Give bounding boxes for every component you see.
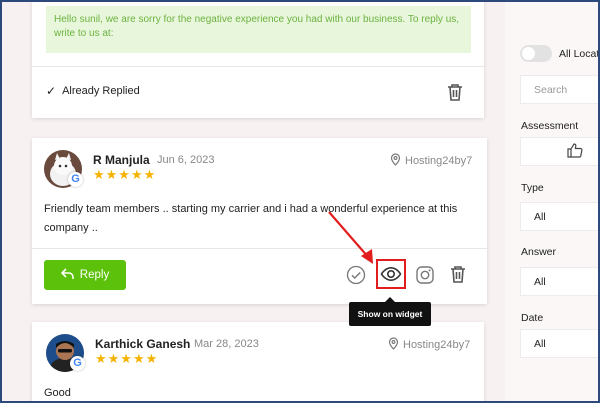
delete-icon[interactable] [446, 82, 464, 102]
reviewer-name: R Manjula [93, 153, 150, 167]
review-date: Mar 28, 2023 [194, 338, 259, 350]
date-label: Date [521, 312, 544, 324]
date-select[interactable]: All [520, 329, 600, 358]
assessment-filter[interactable] [520, 137, 600, 166]
annotation-arrow-icon [328, 211, 373, 264]
reply-message: Hello sunil, we are sorry for the negati… [46, 6, 471, 53]
star-rating: ★★★★★ [95, 351, 159, 366]
reviewer-name: Karthick Ganesh [95, 337, 191, 351]
review-location: Hosting24by7 [388, 337, 470, 353]
already-replied-label: Already Replied [62, 85, 140, 97]
previous-review-card: Hello sunil, we are sorry for the negati… [32, 0, 484, 118]
reply-label: Reply [79, 269, 110, 281]
review-card: G Karthick Ganesh Mar 28, 2023 ★★★★★ Hos… [32, 322, 484, 403]
reply-button[interactable]: Reply [44, 260, 126, 290]
star-rating: ★★★★★ [93, 167, 157, 182]
location-pin-icon [388, 337, 399, 353]
instagram-icon[interactable] [414, 264, 436, 286]
all-locations-toggle[interactable] [520, 45, 552, 62]
thumbs-up-icon [567, 142, 583, 161]
review-date: Jun 6, 2023 [157, 154, 215, 166]
show-on-widget-tooltip: Show on widget [349, 297, 431, 326]
google-icon: G [70, 356, 85, 371]
checkmark-icon: ✓ [46, 84, 57, 98]
delete-icon[interactable] [449, 264, 467, 284]
reply-icon [60, 267, 74, 283]
review-location: Hosting24by7 [390, 153, 472, 169]
divider [32, 66, 484, 67]
google-icon: G [68, 172, 83, 187]
already-replied-status: ✓ Already Replied [46, 84, 140, 98]
review-text: Friendly team members .. starting my car… [44, 203, 458, 234]
search-placeholder: Search [534, 83, 568, 96]
review-text: Good [44, 387, 71, 399]
reviews-feed: Hello sunil, we are sorry for the negati… [0, 0, 505, 403]
location-label: Hosting24by7 [405, 155, 473, 167]
location-label: Hosting24by7 [403, 339, 471, 351]
type-select[interactable]: All [520, 202, 600, 231]
location-pin-icon [390, 153, 401, 169]
assessment-label: Assessment [521, 120, 579, 132]
type-label: Type [521, 182, 544, 194]
review-card: G R Manjula Jun 6, 2023 ★★★★★ Hosting24b… [32, 138, 487, 304]
divider [32, 248, 487, 249]
answer-label: Answer [521, 246, 557, 258]
filter-sidebar: All Locat Search Assessment Type All Ans… [505, 0, 600, 403]
all-locations-label: All Locat [559, 48, 600, 60]
eye-icon[interactable] [380, 263, 402, 285]
answer-select[interactable]: All [520, 267, 600, 296]
search-input[interactable]: Search [520, 75, 600, 104]
